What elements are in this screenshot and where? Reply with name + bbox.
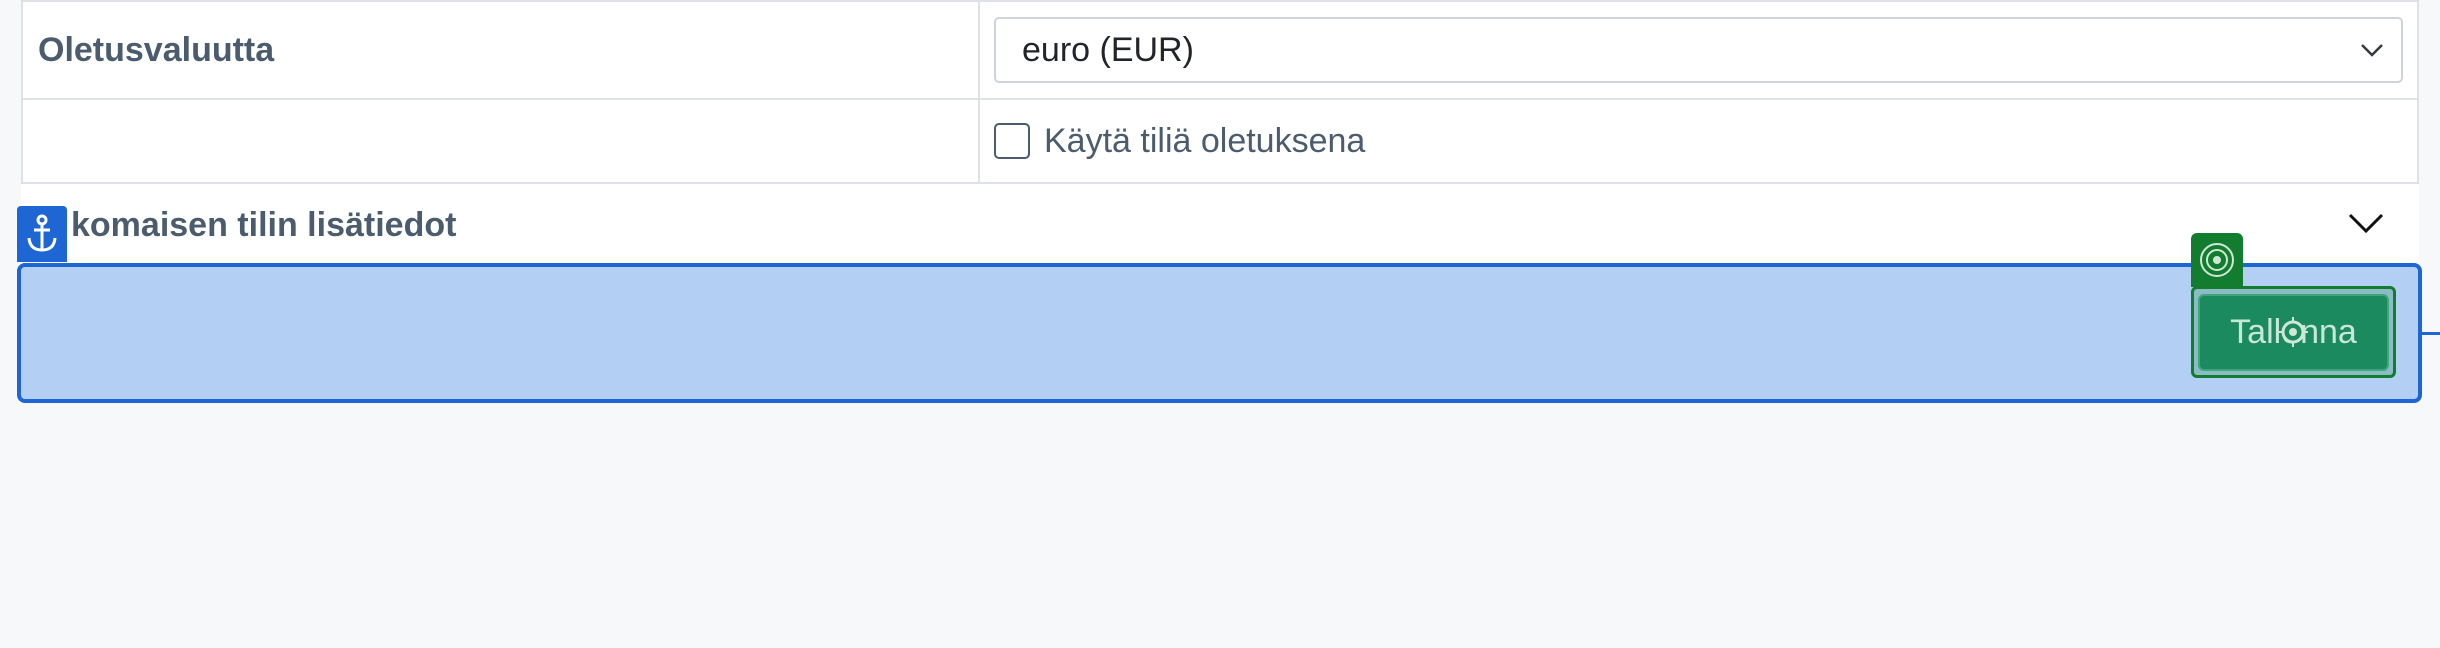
selected-region-highlight <box>17 263 2422 403</box>
currency-cell: euro (EUR) <box>980 2 2417 98</box>
chevron-down-icon[interactable] <box>2347 210 2385 236</box>
currency-select-value: euro (EUR) <box>1022 30 1194 69</box>
default-account-row: Käytä tiliä oletuksena <box>23 98 2417 182</box>
default-account-label-cell <box>23 100 980 182</box>
section-header[interactable]: komaisen tilin lisätiedot <box>21 184 2419 264</box>
currency-select[interactable]: euro (EUR) <box>994 17 2403 83</box>
anchor-badge <box>17 206 67 262</box>
section-title: komaisen tilin lisätiedot <box>71 206 457 244</box>
target-icon <box>2200 243 2234 277</box>
default-account-label: Käytä tiliä oletuksena <box>1044 121 1366 160</box>
default-account-cell: Käytä tiliä oletuksena <box>980 100 2417 182</box>
currency-row: Oletusvaluutta euro (EUR) <box>23 0 2417 98</box>
anchor-icon <box>27 214 57 252</box>
chevron-down-icon <box>2361 44 2383 57</box>
highlight-handle-line <box>2418 332 2440 335</box>
default-account-checkbox[interactable] <box>994 123 1030 159</box>
target-badge <box>2191 233 2243 287</box>
move-cursor-icon <box>2278 317 2308 347</box>
default-account-option[interactable]: Käytä tiliä oletuksena <box>994 122 1365 161</box>
currency-label: Oletusvaluutta <box>23 2 980 98</box>
account-form-table: Oletusvaluutta euro (EUR) Käytä tiliä ol… <box>21 0 2419 184</box>
